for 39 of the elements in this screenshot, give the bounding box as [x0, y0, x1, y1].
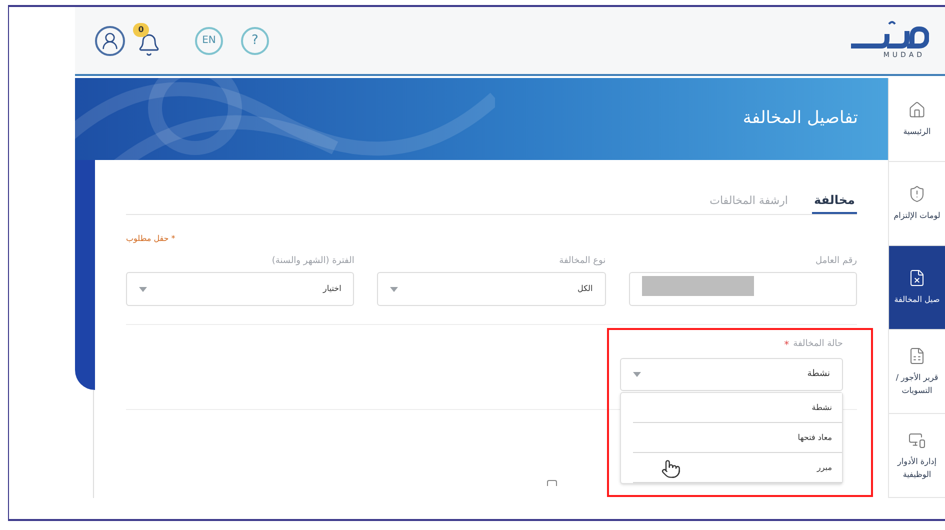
document-icon	[908, 269, 926, 287]
field-label: رقم العامل	[814, 255, 857, 268]
select-value: اختيار	[323, 283, 342, 295]
sidebar-label: قرير الأجور / التسويات	[896, 371, 938, 396]
shield-icon	[908, 185, 926, 203]
sidebar-label: إدارة الأدوار الوظيفية	[898, 455, 936, 480]
dropdown-option[interactable]: معاد فتحها	[633, 423, 842, 453]
required-note: * حقل مطلوب	[126, 233, 176, 245]
sidebar-item[interactable]: صيل المخالفة	[889, 246, 945, 330]
field-label: الفترة (الشهر والسنة)	[270, 255, 354, 268]
dropdown-caret-icon	[139, 286, 148, 292]
dropdown-option[interactable]: مبرر	[633, 453, 842, 483]
page-title: تفاصيل المخالفة	[742, 107, 858, 130]
document-icon	[908, 346, 926, 364]
dropdown-caret-icon	[390, 286, 398, 292]
profile-button[interactable]	[95, 26, 125, 56]
select-field[interactable]: الكل	[377, 272, 606, 306]
field-label: حالة المخالفة	[793, 338, 843, 352]
field-label: نوع المخالفة	[558, 255, 606, 268]
user-icon	[100, 30, 120, 50]
notifications-button[interactable]: 0	[133, 24, 165, 56]
notification-count: 0	[133, 22, 149, 36]
select-value: الكل	[578, 283, 593, 295]
tab[interactable]: مخالفة	[812, 188, 857, 214]
dropdown-option[interactable]: نشطة	[633, 393, 842, 423]
status-select[interactable]: نشطة	[620, 358, 843, 391]
house-icon	[908, 101, 926, 119]
text-field[interactable]	[628, 272, 857, 306]
select-field[interactable]: اختيار	[126, 272, 354, 306]
sidebar-label: صيل المخالفة	[894, 294, 940, 306]
required-mark: *	[784, 338, 790, 352]
bell-icon	[137, 32, 161, 56]
monitor-icon	[908, 430, 926, 448]
select-value: نشطة	[807, 368, 830, 381]
dropdown-caret-icon	[633, 372, 641, 377]
sidebar-label: الرئيسية	[903, 126, 931, 138]
logo-icon	[849, 20, 929, 50]
sidebar-label: لومات الإلتزام	[894, 210, 940, 222]
checkbox[interactable]	[546, 480, 556, 486]
